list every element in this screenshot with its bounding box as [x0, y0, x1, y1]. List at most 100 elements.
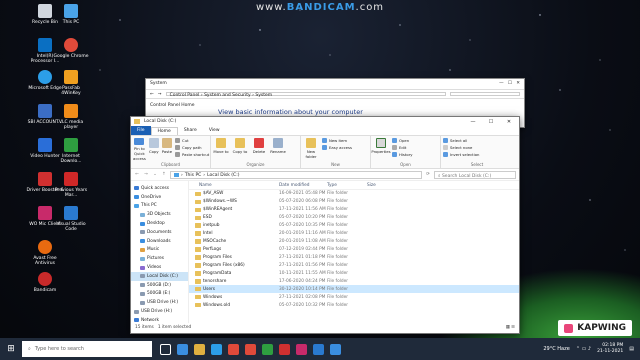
tab-view[interactable]: View — [203, 127, 226, 134]
delete-button[interactable]: Delete — [251, 138, 267, 161]
taskbar-search-input[interactable]: ⌕ Type here to search — [22, 341, 152, 357]
maximize-button[interactable]: ☐ — [508, 81, 512, 86]
file-row[interactable]: Program Files 27-11-2021 01:18 PM File fol… — [189, 254, 519, 262]
nav-item[interactable]: Quick access — [131, 184, 188, 193]
minimize-button[interactable]: — — [466, 119, 480, 125]
start-button[interactable]: ⊞ — [0, 344, 22, 354]
file-row[interactable]: tenorshare 17-06-2020 04:24 PM File folder — [189, 277, 519, 285]
forward-arrow-icon[interactable]: → — [158, 92, 162, 97]
nav-item[interactable]: Desktop — [131, 219, 188, 228]
select-all-button[interactable]: Select all — [443, 138, 479, 143]
nav-item[interactable]: Documents — [131, 228, 188, 237]
close-button[interactable]: ✕ — [502, 119, 516, 125]
file-row[interactable]: $Windows.~WS 05-07-2020 06:08 PM File fold… — [189, 198, 519, 206]
system-search-input[interactable] — [450, 92, 520, 96]
desktop-icon-idm[interactable]: Internet Downlo... — [52, 138, 90, 164]
system-breadcrumb[interactable]: Control Panel › System and Security › Sy… — [165, 92, 446, 98]
rename-button[interactable]: Rename — [270, 138, 286, 161]
file-row[interactable]: ESD 05-07-2020 10:20 PM File folder — [189, 214, 519, 222]
file-row[interactable]: $AV_ASW 16-09-2021 05:48 PM File folder — [189, 190, 519, 198]
file-row[interactable]: ProgramData 10-11-2021 11:55 AM File folde… — [189, 269, 519, 277]
paste-button[interactable]: Paste — [162, 138, 172, 161]
nav-item[interactable]: USB Drive (H:) — [131, 307, 188, 316]
desktop-icon-vlc[interactable]: VLC media player — [52, 104, 90, 130]
select-none-button[interactable]: Select none — [443, 145, 479, 150]
taskbar-app-icon[interactable] — [330, 343, 341, 355]
file-row[interactable]: Program Files (x86) 27-11-2021 01:56 PM Fi… — [189, 261, 519, 269]
desktop-icon-previous-years[interactable]: Previous Years Mar... — [52, 172, 90, 198]
close-button[interactable]: ✕ — [516, 81, 520, 86]
taskbar-app-icon[interactable] — [313, 343, 324, 355]
taskbar-app-icon[interactable] — [160, 343, 171, 355]
back-arrow-icon[interactable]: ← — [150, 92, 154, 97]
desktop-icon-vscode[interactable]: Visual Studio Code — [52, 206, 90, 232]
weather-widget[interactable]: 29°C Haze — [543, 346, 569, 352]
tab-home[interactable]: Home — [150, 126, 178, 135]
maximize-button[interactable]: ☐ — [484, 119, 498, 125]
taskbar-app-icon[interactable] — [279, 343, 290, 355]
file-row[interactable]: Windows.old 05-07-2020 10:32 PM File folde… — [189, 301, 519, 309]
nav-item[interactable]: This PC — [131, 202, 188, 211]
easy-access-button[interactable]: Easy access — [322, 145, 352, 150]
explorer-search-input[interactable]: ⌕ Search Local Disk (C:) — [434, 170, 516, 179]
minimize-button[interactable]: — — [499, 81, 504, 86]
file-row[interactable]: inetpub 05-07-2020 10:35 PM File folder — [189, 222, 519, 230]
pin-quick-access-button[interactable]: Pin to Quick access — [133, 138, 146, 161]
move-to-button[interactable]: Move to — [213, 138, 229, 161]
file-explorer-window[interactable]: Local Disk (C:) — ☐ ✕ File Home Share Vi… — [130, 116, 520, 334]
desktop-icon-avast[interactable]: Avast Free Antivirus — [26, 240, 64, 266]
taskbar-app-icon[interactable] — [228, 343, 239, 355]
nav-item[interactable]: USB Drive (H:) — [131, 298, 188, 307]
nav-item[interactable]: 500GB (E:) — [131, 290, 188, 299]
file-row[interactable]: MSOCache 20-01-2019 11:08 AM File folder — [189, 238, 519, 246]
clock[interactable]: 02:18 PM 21-11-2021 — [597, 343, 623, 355]
tab-share[interactable]: Share — [178, 127, 203, 134]
invert-selection-button[interactable]: Invert selection — [443, 152, 479, 157]
nav-item[interactable]: 500GB (D:) — [131, 281, 188, 290]
edit-button[interactable]: Edit — [392, 145, 413, 150]
nav-item[interactable]: Music — [131, 246, 188, 255]
file-row[interactable]: Users 30-12-2020 10:14 PM File folder — [189, 285, 519, 294]
file-row[interactable]: $WinREAgent 17-11-2021 11:56 AM File folde… — [189, 206, 519, 214]
nav-item[interactable]: Network — [131, 316, 188, 325]
column-size[interactable]: Size — [367, 183, 397, 188]
column-date-modified[interactable]: Date modified — [279, 183, 327, 188]
taskbar-app-icon[interactable] — [177, 343, 188, 355]
tab-file[interactable]: File — [131, 126, 151, 135]
desktop-icon-passfab[interactable]: PassFab 4WinKey — [52, 70, 90, 96]
forward-arrow-icon[interactable]: → — [143, 172, 149, 177]
properties-button[interactable]: Properties — [371, 138, 391, 161]
copy-button[interactable]: Copy — [148, 138, 159, 161]
paste-shortcut-button[interactable]: Paste shortcut — [175, 152, 209, 157]
taskbar-app-icon[interactable] — [194, 343, 205, 355]
desktop-icon-this-pc[interactable]: This PC — [52, 4, 90, 25]
column-name[interactable]: Name — [189, 183, 279, 188]
history-button[interactable]: History — [392, 152, 413, 157]
view-toggle-icons[interactable]: ▦ ☰ — [506, 325, 515, 331]
notification-icon[interactable]: ▤ — [629, 346, 634, 352]
back-arrow-icon[interactable]: ← — [134, 172, 140, 177]
nav-item[interactable]: 3D Objects — [131, 210, 188, 219]
file-row[interactable]: Windows 27-11-2021 02:08 PM File folder — [189, 293, 519, 301]
nav-item[interactable]: Downloads — [131, 237, 188, 246]
column-type[interactable]: Type — [327, 183, 367, 188]
new-folder-button[interactable]: New folder — [303, 138, 319, 161]
up-arrow-icon[interactable]: ↑ — [161, 172, 167, 177]
nav-item[interactable]: Videos — [131, 263, 188, 272]
nav-item[interactable]: OneDrive — [131, 193, 188, 202]
copy-path-button[interactable]: Copy path — [175, 145, 209, 150]
copy-to-button[interactable]: Copy to — [232, 138, 248, 161]
cut-button[interactable]: Cut — [175, 138, 209, 143]
new-item-button[interactable]: New item — [322, 138, 352, 143]
nav-item[interactable]: Local Disk (C:) — [131, 271, 188, 281]
taskbar-app-icon[interactable] — [296, 343, 307, 355]
taskbar-app-icon[interactable] — [211, 343, 222, 355]
open-button[interactable]: Open — [392, 138, 413, 143]
refresh-icon[interactable]: ⟳ — [425, 172, 431, 177]
address-path[interactable]: › This PC › Local Disk (C:) — [170, 170, 422, 179]
desktop-icon-chrome[interactable]: Google Chrome — [52, 38, 90, 59]
desktop-icon-bandicam[interactable]: Bandicam — [26, 272, 64, 293]
breadcrumb-local-disk[interactable]: Local Disk (C:) — [207, 173, 239, 178]
file-row[interactable]: PerfLogs 07-12-2019 02:44 PM File folder — [189, 246, 519, 254]
taskbar-app-icon[interactable] — [262, 343, 273, 355]
